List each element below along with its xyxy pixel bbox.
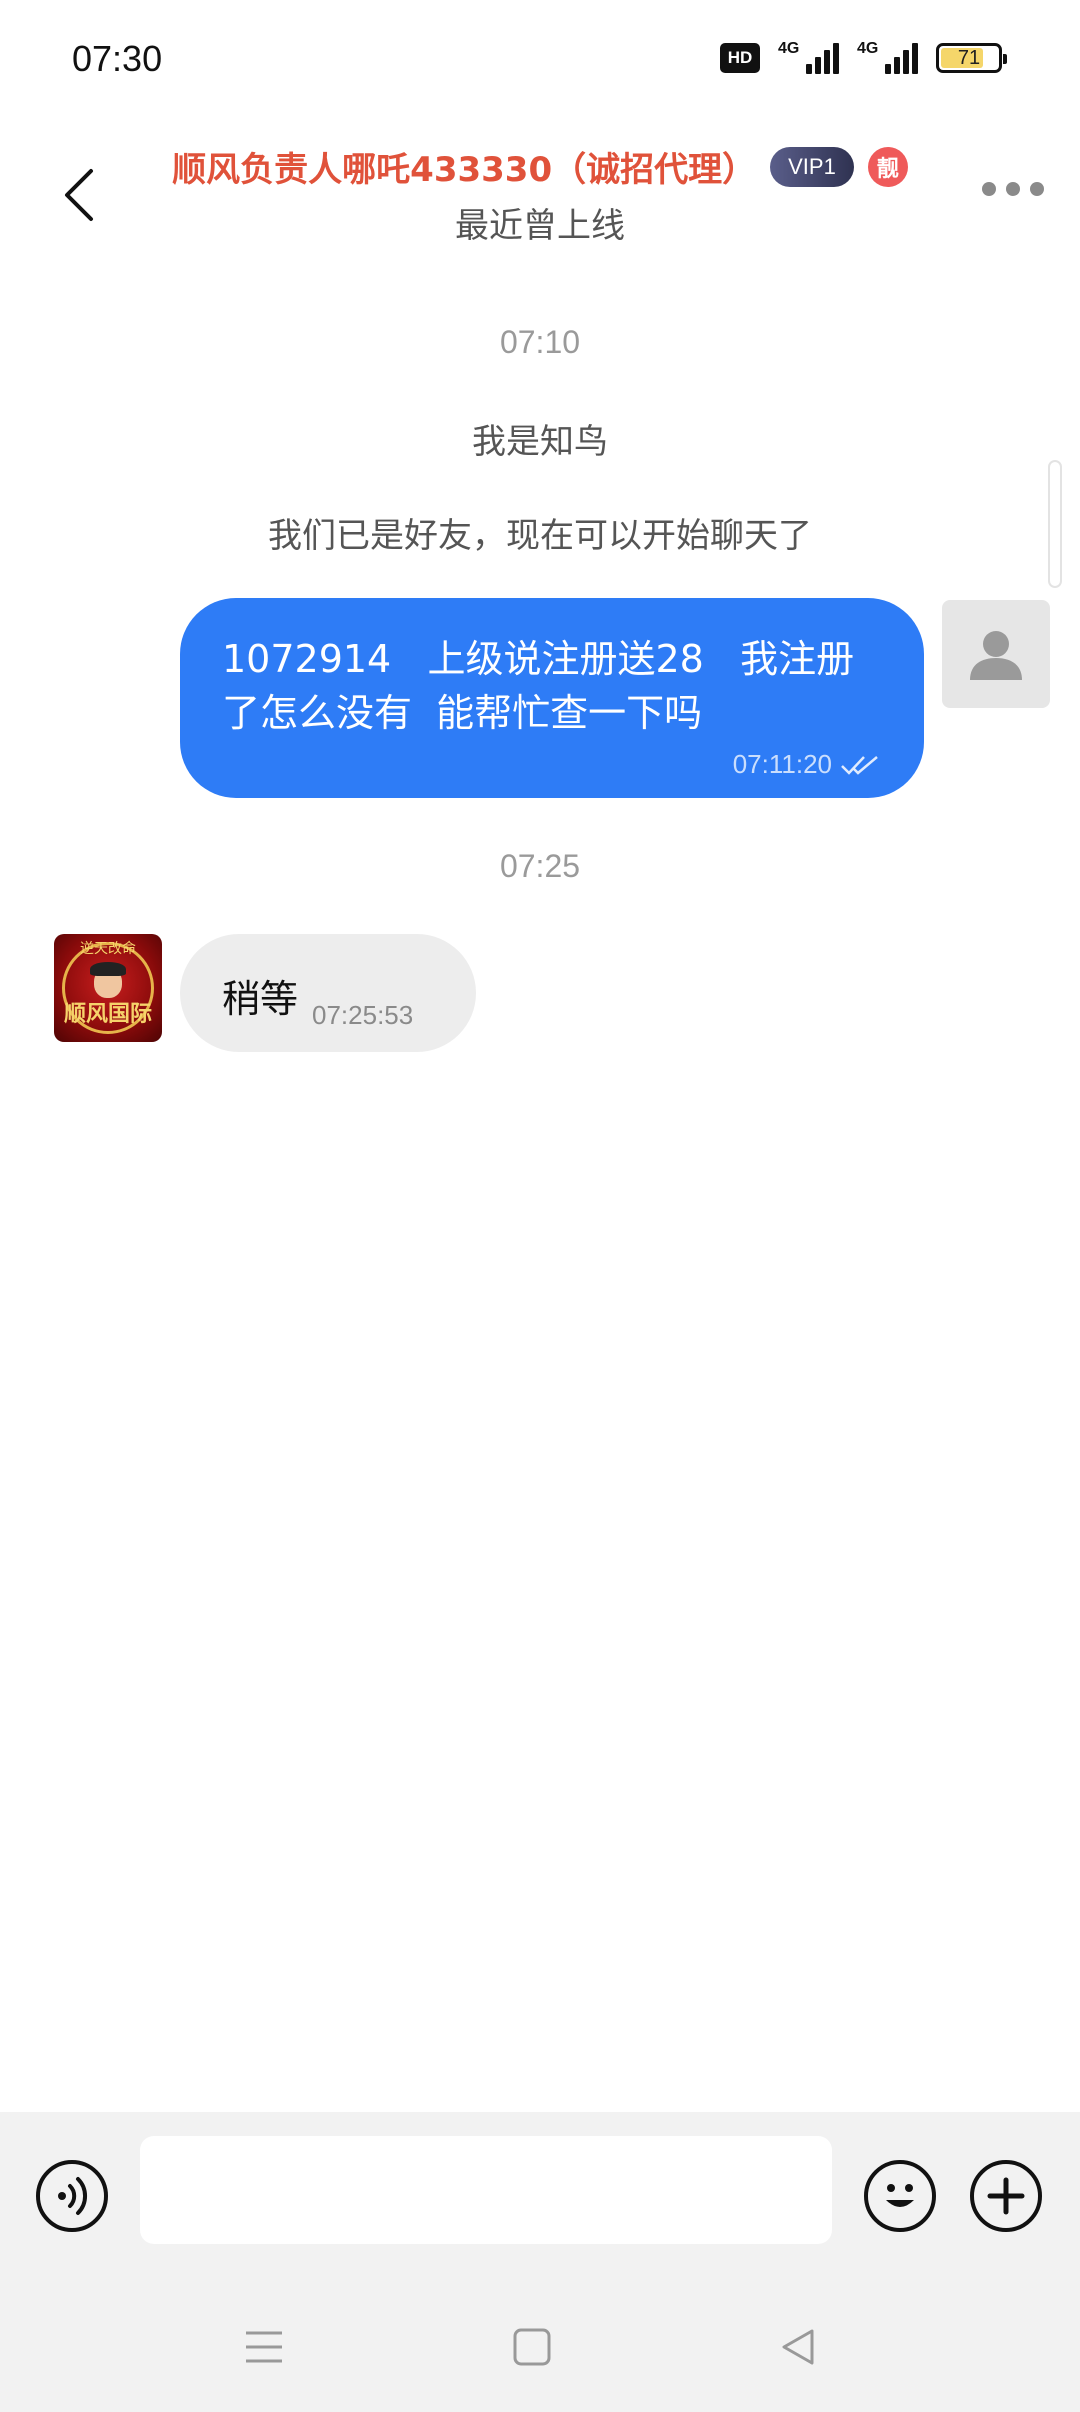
battery-level: 71 [957,46,981,69]
status-icons: HD 4G 4G 71 [720,40,1007,74]
nav-back-button[interactable] [758,2312,838,2382]
avatar-caption: 顺风国际 [63,1002,152,1027]
chat-title[interactable]: 顺风负责人哪吒433330（诚招代理） [172,142,756,191]
message-time: 07:25:53 [312,1000,414,1030]
home-icon [513,2328,551,2366]
signal-4g-icon: 4G [778,40,839,74]
dot-icon [982,182,996,196]
emoji-icon [886,2184,914,2207]
emoji-button[interactable] [864,2160,936,2232]
dot-icon [1006,182,1020,196]
home-button[interactable] [492,2312,572,2382]
system-message: 我们已是好友，现在可以开始聊天了 [268,516,812,556]
system-nav-bar [0,2282,1080,2412]
dot-icon [1030,182,1044,196]
battery-icon: 71 [936,43,1007,73]
message-meta: 07:11:20 [733,749,880,780]
more-options-button[interactable] [982,182,1044,196]
status-time: 07:30 [72,38,163,79]
time-separator: 07:10 [499,324,581,360]
system-message: 我是知鸟 [472,422,608,462]
message-time: 07:11:20 [732,749,832,779]
voice-icon [58,2177,88,2215]
plus-button[interactable] [970,2160,1042,2232]
network-label-1: 4G [778,40,800,57]
status-bar: 07:30 HD 4G 4G 71 [0,0,1080,120]
outgoing-message-bubble[interactable]: 1072914 上级说注册送28 我注册 了怎么没有 能帮忙查一下吗 07:11… [180,598,924,798]
contact-avatar[interactable]: 逆天改命 顺风国际 [54,934,162,1042]
incoming-message-bubble[interactable]: 稍等 07:25:53 [180,934,476,1052]
signal-4g-icon-2: 4G [857,40,918,74]
message-input[interactable] [140,2136,832,2244]
avatar-hair [90,962,126,976]
hd-icon: HD [720,43,760,73]
double-check-icon [841,755,878,775]
scrollbar[interactable] [1048,460,1062,588]
my-avatar[interactable] [942,600,1050,708]
back-triangle-icon [782,2329,814,2365]
title-row: 顺风负责人哪吒433330（诚招代理） VIP1 靓 [0,142,1080,191]
message-text-line: 了怎么没有 能帮忙查一下吗 [222,691,703,735]
avatar-top-text: 逆天改命 [80,941,136,957]
vip-badge: VIP1 [770,146,854,187]
network-label-2: 4G [857,40,879,57]
message-text-line: 1072914 上级说注册送28 我注册 [222,637,855,681]
menu-icon [246,2331,282,2363]
person-icon [970,631,1022,680]
online-status: 最近曾上线 [455,206,625,246]
chat-header: 顺风负责人哪吒433330（诚招代理） VIP1 靓 最近曾上线 [0,120,1080,270]
plus-icon [987,2177,1025,2215]
recent-apps-button[interactable] [224,2312,304,2382]
time-separator: 07:25 [499,848,581,884]
voice-button[interactable] [36,2160,108,2232]
input-bar [0,2112,1080,2282]
liang-badge: 靓 [867,146,908,187]
